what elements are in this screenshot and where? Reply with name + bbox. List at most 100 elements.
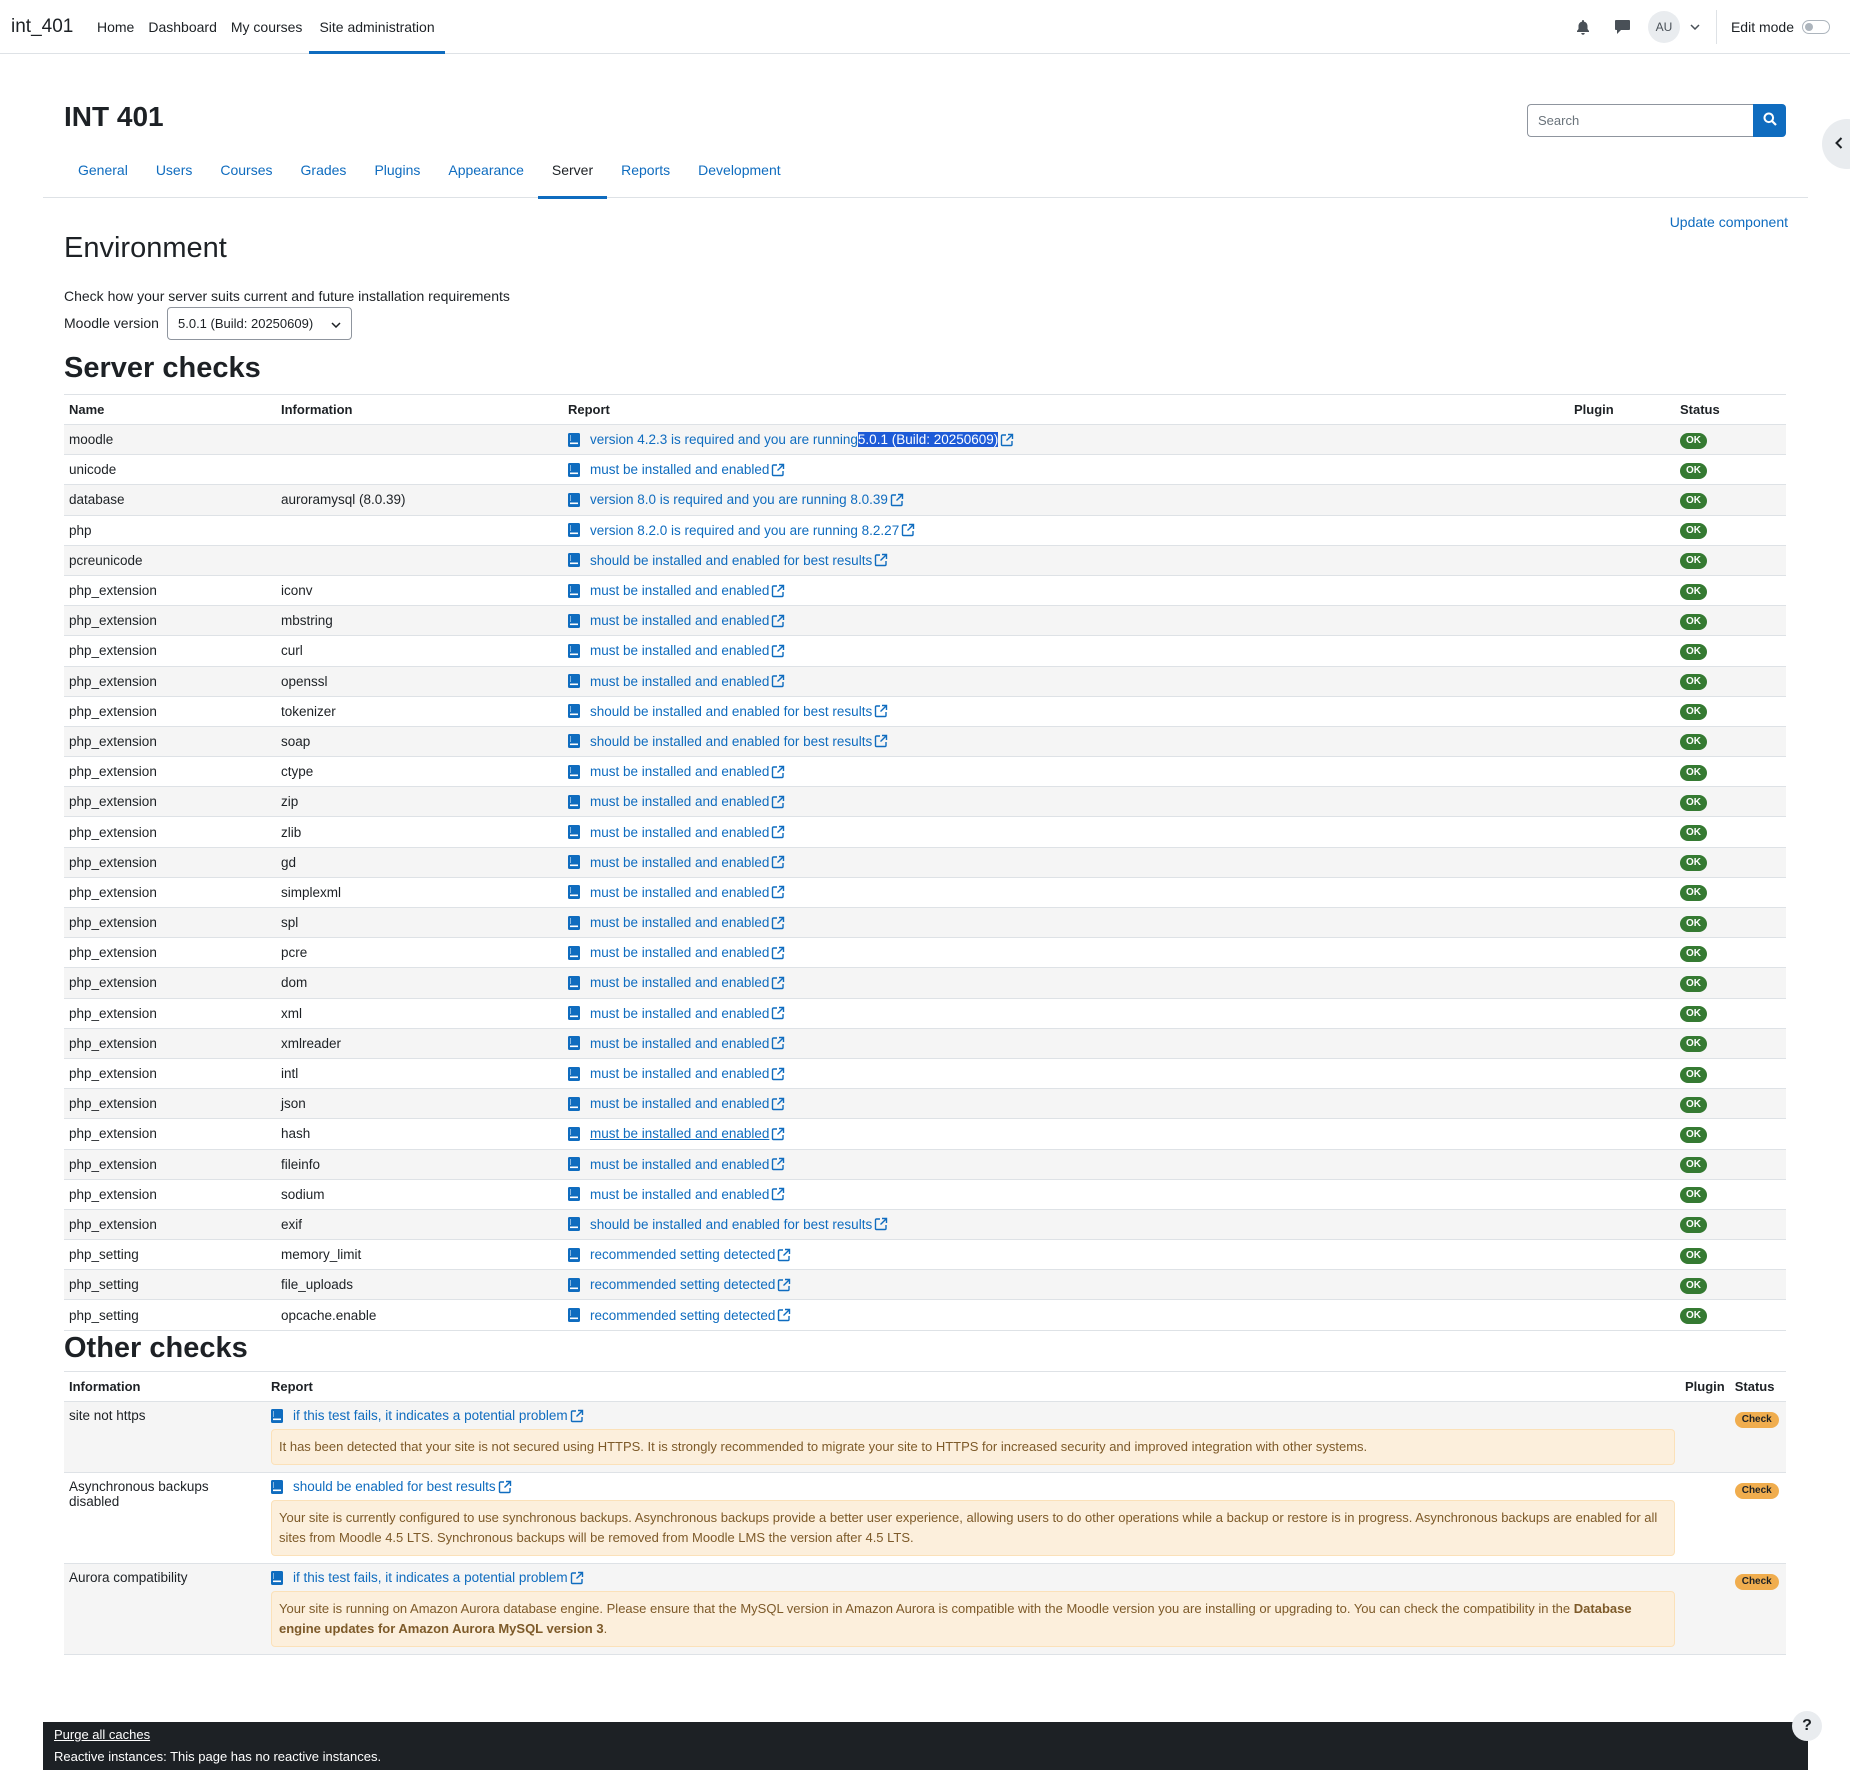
report-link[interactable]: recommended setting detected (568, 1277, 1564, 1292)
status-badge: OK (1680, 674, 1707, 691)
report-link[interactable]: must be installed and enabled (568, 583, 1564, 598)
check-report: version 8.2.0 is required and you are ru… (563, 515, 1569, 546)
open-block-drawer-button[interactable] (1822, 119, 1850, 169)
check-plugin (1569, 816, 1675, 848)
report-link[interactable]: if this test fails, it indicates a poten… (271, 1408, 1675, 1423)
check-report: if this test fails, it indicates a poten… (266, 1563, 1680, 1655)
top-navbar: int_401 Home Dashboard My courses Site a… (0, 0, 1850, 54)
report-link[interactable]: must be installed and enabled (568, 1126, 1564, 1141)
report-link[interactable]: must be installed and enabled (568, 1096, 1564, 1111)
report-link[interactable]: version 4.2.3 is required and you are ru… (568, 432, 1564, 448)
report-text: version 4.2.3 is required and you are ru… (590, 432, 858, 448)
check-plugin (1680, 1401, 1730, 1473)
check-name: php_extension (64, 726, 276, 758)
check-information (276, 545, 563, 576)
tab-courses[interactable]: Courses (206, 148, 286, 198)
report-link[interactable]: should be enabled for best results (271, 1479, 1675, 1494)
check-plugin (1569, 937, 1675, 969)
check-plugin (1569, 635, 1675, 667)
report-text: recommended setting detected (590, 1307, 776, 1323)
check-report: must be installed and enabled (563, 907, 1569, 939)
tab-development[interactable]: Development (684, 148, 795, 198)
report-link[interactable]: must be installed and enabled (568, 462, 1564, 477)
check-status: OK (1675, 816, 1786, 848)
check-information: spl (276, 907, 563, 939)
report-link[interactable]: must be installed and enabled (568, 1006, 1564, 1021)
report-link[interactable]: must be installed and enabled (568, 825, 1564, 840)
report-text: must be installed and enabled (590, 1066, 770, 1082)
tab-reports[interactable]: Reports (607, 148, 684, 198)
alert-text: Your site is currently configured to use… (279, 1510, 1658, 1545)
report-text: must be installed and enabled (590, 824, 770, 840)
tab-server[interactable]: Server (537, 148, 608, 199)
report-link[interactable]: recommended setting detected (568, 1247, 1564, 1262)
report-link[interactable]: should be installed and enabled for best… (568, 734, 1564, 749)
external-link-icon (872, 704, 888, 718)
check-information: Aurora compatibility (64, 1563, 266, 1655)
report-link[interactable]: must be installed and enabled (568, 915, 1564, 930)
report-link[interactable]: should be installed and enabled for best… (568, 704, 1564, 719)
status-badge: OK (1680, 855, 1707, 872)
report-link[interactable]: must be installed and enabled (568, 674, 1564, 689)
report-link[interactable]: must be installed and enabled (568, 794, 1564, 809)
update-component-link[interactable]: Update component (1670, 214, 1788, 230)
chevron-down-icon[interactable] (1688, 24, 1702, 30)
user-avatar[interactable]: AU (1647, 11, 1680, 43)
report-link[interactable]: recommended setting detected (568, 1308, 1564, 1323)
check-status: OK (1675, 454, 1786, 486)
warning-alert: Your site is running on Amazon Aurora da… (271, 1591, 1675, 1647)
nav-site-administration[interactable]: Site administration (309, 0, 445, 54)
report-link[interactable]: version 8.2.0 is required and you are ru… (568, 523, 1564, 538)
report-link[interactable]: must be installed and enabled (568, 764, 1564, 779)
report-link[interactable]: version 8.0 is required and you are runn… (568, 492, 1564, 507)
report-link[interactable]: must be installed and enabled (568, 945, 1564, 960)
nav-dashboard[interactable]: Dashboard (141, 0, 224, 54)
nav-home[interactable]: Home (90, 0, 141, 54)
check-plugin (1569, 1149, 1675, 1180)
bell-icon[interactable] (1572, 16, 1594, 38)
environment-heading: Environment (64, 232, 227, 264)
search-button[interactable] (1753, 104, 1786, 137)
tab-appearance[interactable]: Appearance (434, 148, 538, 198)
tab-plugins[interactable]: Plugins (360, 148, 434, 198)
check-status: OK (1675, 515, 1786, 546)
check-report: should be installed and enabled for best… (563, 696, 1569, 727)
check-name: unicode (64, 454, 276, 486)
report-link[interactable]: must be installed and enabled (568, 1036, 1564, 1051)
report-link[interactable]: must be installed and enabled (568, 1066, 1564, 1081)
report-link[interactable]: should be installed and enabled for best… (568, 553, 1564, 568)
search-input[interactable] (1527, 104, 1753, 137)
report-link[interactable]: must be installed and enabled (568, 1187, 1564, 1202)
report-link[interactable]: must be installed and enabled (568, 885, 1564, 900)
nav-my-courses[interactable]: My courses (224, 0, 310, 54)
check-name: php_extension (64, 967, 276, 999)
moodle-version-select[interactable]: 5.0.1 (Build: 20250609) (167, 307, 352, 340)
report-link[interactable]: must be installed and enabled (568, 1157, 1564, 1172)
report-link[interactable]: must be installed and enabled (568, 643, 1564, 658)
purge-all-caches-link[interactable]: Purge all caches (54, 1727, 1797, 1742)
report-text: must be installed and enabled (590, 764, 770, 780)
tab-general[interactable]: General (63, 148, 142, 198)
check-plugin (1569, 454, 1675, 486)
edit-mode-toggle[interactable] (1802, 20, 1830, 34)
status-badge: OK (1680, 1036, 1707, 1053)
documentation-icon (568, 523, 590, 538)
check-name: php (64, 515, 276, 546)
tab-grades[interactable]: Grades (287, 148, 361, 198)
check-information: xmlreader (276, 1028, 563, 1059)
report-link[interactable]: if this test fails, it indicates a poten… (271, 1570, 1675, 1585)
report-link[interactable]: must be installed and enabled (568, 855, 1564, 870)
report-link[interactable]: must be installed and enabled (568, 613, 1564, 628)
site-brand[interactable]: int_401 (11, 16, 73, 38)
alert-text: It has been detected that your site is n… (279, 1439, 1368, 1454)
documentation-icon (568, 492, 590, 507)
external-link-icon (769, 1006, 785, 1020)
tab-users[interactable]: Users (142, 148, 207, 198)
messages-icon[interactable] (1612, 16, 1634, 38)
report-link[interactable]: should be installed and enabled for best… (568, 1217, 1564, 1232)
help-button[interactable]: ? (1792, 1711, 1822, 1741)
report-link[interactable]: must be installed and enabled (568, 975, 1564, 990)
check-plugin (1569, 726, 1675, 758)
external-link-icon (872, 1217, 888, 1231)
table-row: php_extension dom must be installed and en… (64, 967, 1786, 999)
